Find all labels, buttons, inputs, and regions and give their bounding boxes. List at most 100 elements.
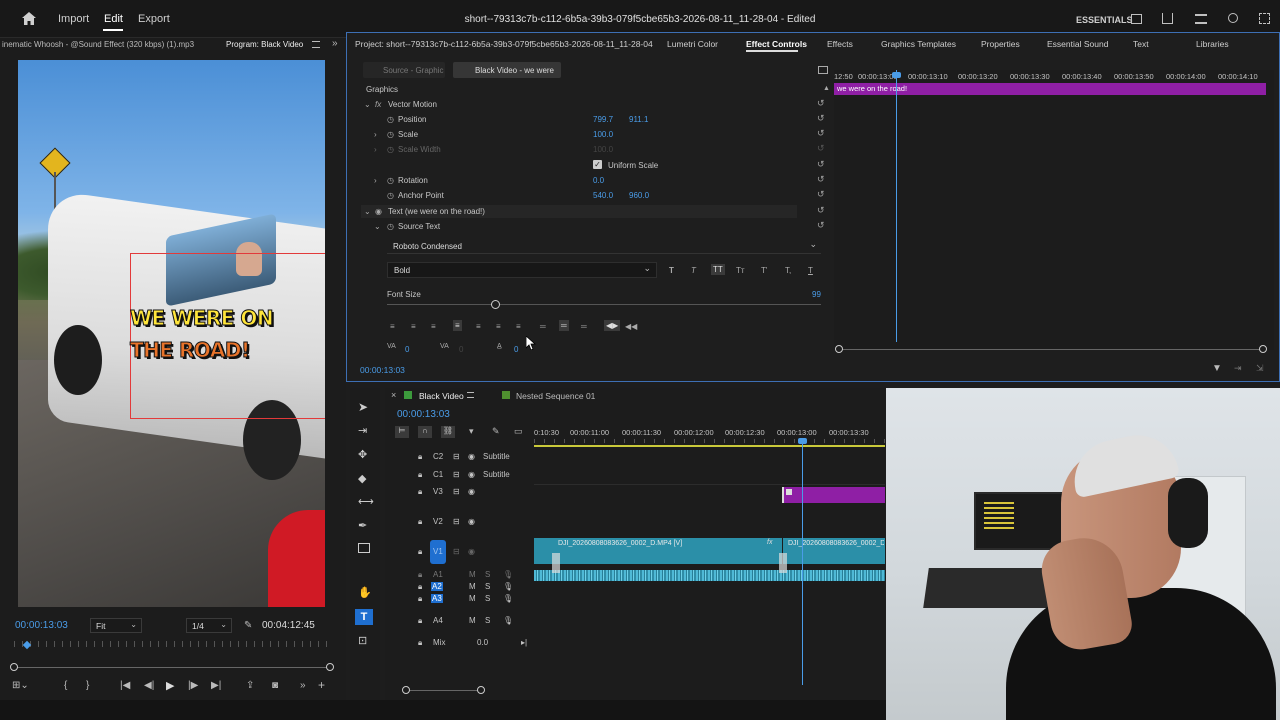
marker-icon[interactable]: ▾ (469, 426, 474, 437)
solo-icon[interactable]: S (485, 570, 490, 579)
justify-left-icon[interactable]: ≡ (453, 320, 462, 331)
wrench-icon[interactable]: ✎ (492, 426, 500, 437)
bold-text-icon[interactable]: T (669, 266, 674, 275)
align-right-icon[interactable]: ≡ (431, 322, 436, 331)
justify-center-icon[interactable]: ≡ (476, 322, 481, 331)
lock-icon[interactable]: 🔒︎ (418, 582, 422, 592)
tab-properties[interactable]: Properties (981, 39, 1020, 49)
lock-icon[interactable]: 🔒︎ (418, 594, 422, 604)
slip-tool-icon[interactable]: ⟷ (358, 495, 374, 508)
position-y[interactable]: 911.1 (629, 115, 648, 124)
font-select[interactable]: Roboto Condensed ⌄ (387, 239, 821, 254)
program-timecode[interactable]: 00:00:13:03 (15, 620, 68, 631)
reset-icon[interactable]: ↺ (817, 159, 829, 169)
more-icon[interactable]: » (300, 680, 306, 691)
align-center-icon[interactable]: ≡ (411, 322, 416, 331)
mute-icon[interactable]: M (469, 582, 476, 591)
rtl-icon[interactable]: ◀◀ (625, 322, 637, 331)
zoom-handle-left[interactable] (10, 663, 18, 671)
all-caps-icon[interactable]: TT (711, 264, 725, 275)
mini-timeline[interactable]: 12:50 00:00:13:00 00:00:13:10 00:00:13:2… (834, 70, 1274, 350)
tab-close-icon[interactable]: » (332, 38, 338, 49)
mark-out-icon[interactable]: } (86, 680, 89, 691)
reset-icon[interactable]: ↺ (817, 189, 829, 199)
toggle-output-icon[interactable]: ⊟ (453, 547, 460, 556)
clip-tab[interactable]: Black Video - we were (453, 62, 561, 78)
program-zoom-bar[interactable] (14, 667, 330, 668)
timeline-zoom-right[interactable] (477, 686, 485, 694)
hand-tool-icon[interactable]: ✋ (358, 586, 372, 599)
program-menu-icon[interactable] (312, 41, 320, 48)
step-back-icon[interactable]: ◀| (144, 680, 154, 691)
toggle-output-icon[interactable]: ⊟ (453, 470, 460, 479)
tab-source-audio[interactable]: inematic Whoosh - @Sound Effect (320 kbp… (2, 40, 194, 49)
close-icon[interactable]: × (391, 390, 396, 400)
anchor-y[interactable]: 960.0 (629, 191, 649, 200)
reset-icon[interactable]: ↺ (817, 113, 829, 123)
mute-icon[interactable]: M (469, 616, 476, 625)
menu-icon[interactable] (1195, 14, 1207, 24)
collapse-icon[interactable]: ⌄ (374, 222, 381, 231)
tab-text[interactable]: Text (1133, 39, 1149, 49)
superscript-icon[interactable]: T' (761, 266, 767, 275)
zoom-handle-right[interactable] (326, 663, 334, 671)
tab-program[interactable]: Program: Black Video (226, 40, 303, 49)
eye-icon[interactable]: ◉ (468, 487, 475, 496)
mini-scroll-left[interactable] (835, 345, 843, 353)
go-to-out-icon[interactable]: ▶| (211, 680, 221, 691)
align-left-icon[interactable]: ≡ (390, 322, 395, 331)
work-area-bar[interactable] (534, 445, 885, 447)
rectangle-tool-icon[interactable] (358, 543, 370, 553)
type-tool-icon[interactable]: T (355, 609, 373, 625)
track-select-icon[interactable]: ⇥ (358, 424, 367, 437)
panel-icon[interactable] (1131, 14, 1142, 24)
step-forward-icon[interactable]: |▶ (188, 680, 198, 691)
go-to-in-icon[interactable]: |◀ (120, 680, 130, 691)
mini-scroll-right[interactable] (1259, 345, 1267, 353)
tab-libraries[interactable]: Libraries (1196, 39, 1229, 49)
play-icon[interactable]: ▶ (166, 679, 174, 692)
font-size-value[interactable]: 99 (812, 290, 821, 299)
tab-essential-sound[interactable]: Essential Sound (1047, 39, 1108, 49)
collapse-icon[interactable]: ⌄ (364, 207, 371, 216)
wrench-icon[interactable]: ✎ (244, 620, 254, 631)
eye-icon[interactable]: ◉ (375, 207, 382, 216)
justify-all-icon[interactable]: ≡ (516, 322, 521, 331)
reset-icon[interactable]: ↺ (817, 174, 829, 184)
solo-icon[interactable]: S (485, 616, 490, 625)
timeline-playhead[interactable] (802, 440, 803, 685)
small-caps-icon[interactable]: Tт (736, 266, 745, 275)
timeline-zoom-track[interactable] (405, 690, 481, 691)
share-icon[interactable] (1162, 13, 1173, 24)
fullscreen-icon[interactable] (1259, 13, 1270, 24)
stopwatch-icon[interactable]: ◷ (387, 115, 394, 124)
selection-tool-icon[interactable]: ➤ (358, 400, 368, 414)
leading-value[interactable]: 0 (514, 345, 518, 354)
timeline-timecode[interactable]: 00:00:13:03 (397, 409, 450, 420)
kerning-icon[interactable]: VA (387, 343, 396, 350)
lock-icon[interactable]: 🔒︎ (418, 616, 422, 626)
tab-effects[interactable]: Effects (827, 39, 853, 49)
workspace-label[interactable]: ESSENTIALS (1076, 15, 1133, 25)
reset-icon[interactable]: ↺ (817, 205, 829, 215)
uniform-scale-checkbox[interactable]: ✓ (593, 160, 602, 169)
video-clip-2[interactable]: DJI_20260808083626_0002_D (783, 538, 885, 564)
expand-icon[interactable]: › (374, 176, 377, 185)
lock-icon[interactable]: 🔒︎ (418, 487, 422, 497)
mini-clip[interactable]: we were on the road! (834, 83, 1266, 95)
fx-icon[interactable]: fx (375, 100, 381, 109)
eye-icon[interactable]: ◉ (468, 470, 475, 479)
razor-tool-icon[interactable]: ◆ (358, 472, 366, 485)
mini-playhead[interactable] (896, 70, 897, 342)
mic-icon[interactable]: 🎙︎ (503, 570, 513, 579)
toggle-output-icon[interactable]: ⊟ (453, 517, 460, 526)
lock-icon[interactable]: 🔒︎ (418, 570, 422, 580)
reset-icon[interactable]: ↺ (817, 98, 829, 108)
tab-black-video[interactable]: Black Video (419, 391, 464, 401)
middle-align-icon[interactable]: ═ (559, 320, 569, 331)
lock-icon[interactable]: 🔒︎ (418, 470, 422, 480)
tab-project[interactable]: Project: short--79313c7b-c112-6b5a-39b3-… (355, 39, 653, 49)
expand-icon[interactable]: › (374, 130, 377, 139)
rotation-value[interactable]: 0.0 (593, 176, 604, 185)
graphic-clip-v3[interactable] (782, 487, 885, 503)
